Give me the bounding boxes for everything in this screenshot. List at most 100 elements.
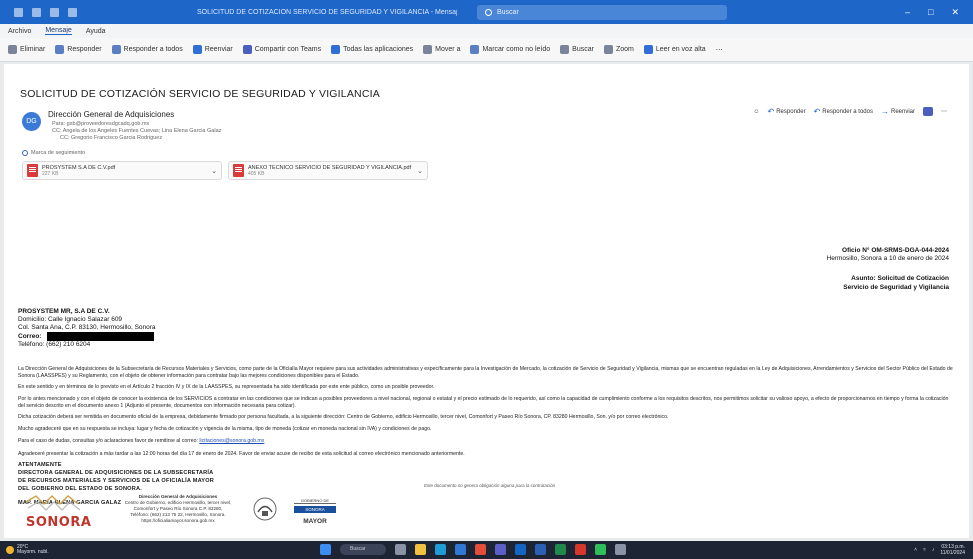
forward-icon (192, 45, 202, 54)
mark-unread-button[interactable]: Marcar como no leído (470, 45, 550, 54)
speaker-icon (643, 45, 653, 54)
apps-icon (331, 45, 341, 54)
company-phone: Teléfono: (662) 210 6204 (18, 341, 91, 348)
zoom-label: Zoom (615, 46, 634, 53)
read-aloud-label: Leer en voz alta (655, 46, 706, 53)
zoom-icon (603, 45, 613, 54)
reply-button[interactable]: Responder (55, 45, 102, 54)
start-icon[interactable] (320, 544, 331, 555)
window-controls: – □ ✕ (905, 7, 959, 18)
more-options-button[interactable]: ⋯ (716, 46, 723, 54)
whatsapp-icon[interactable] (595, 544, 606, 555)
minimize-icon[interactable]: – (905, 7, 910, 18)
windows-taskbar: 20°C Mayorm. nubl. Buscar ˄ ≈ ♪ 03:13 p.… (0, 541, 973, 559)
acrobat-icon[interactable] (575, 544, 586, 555)
sonora-logo-text: SONORA (26, 515, 92, 530)
reply-all-label: Responder a todos (123, 46, 183, 53)
mayor-word: MAYOR (303, 518, 327, 525)
taskbar-search[interactable]: Buscar (340, 544, 386, 555)
body-paragraph-2: En este sentido y en términos de lo prev… (18, 384, 435, 390)
sign-atentamente: ATENTAMENTE (18, 462, 62, 468)
clock-date: 11/01/2024 (940, 550, 965, 556)
folder-icon (423, 45, 433, 54)
sign-title-1: DIRECTORA GENERAL DE ADQUISICIONES DE LA… (18, 470, 214, 476)
tab-archivo[interactable]: Archivo (8, 28, 31, 35)
store-icon[interactable] (455, 544, 466, 555)
mayor-top-text: GOBIERNO DE (294, 498, 336, 504)
contact-text: Para el caso de dudas, consultas y/o acl… (18, 438, 198, 444)
zoom-button[interactable]: Zoom (603, 45, 634, 54)
all-apps-button[interactable]: Todas las aplicaciones (331, 45, 413, 54)
ribbon-toolbar: Eliminar Responder Responder a todos Ree… (0, 38, 973, 62)
company-address: Domicilio: Calle Ignacio Salazar 609 (18, 316, 123, 323)
maximize-icon[interactable]: □ (928, 7, 933, 18)
close-icon[interactable]: ✕ (951, 7, 959, 18)
reply-all-icon (111, 45, 121, 54)
forward-button[interactable]: Reenviar (192, 45, 233, 54)
clock[interactable]: 03:13 p.m. 11/01/2024 (940, 544, 965, 556)
body-paragraph-3: Por lo antes mencionado y con el objeto … (18, 396, 949, 409)
oficialia-mayor-logo: GOBIERNO DE SONORA MAYOR (294, 498, 336, 525)
outlook-taskbar-icon[interactable] (515, 544, 526, 555)
excel-icon[interactable] (555, 544, 566, 555)
word-icon[interactable] (535, 544, 546, 555)
reading-pane: SOLICITUD DE COTIZACIÓN SERVICIO DE SEGU… (4, 64, 969, 538)
outlook-app-icon (14, 7, 23, 17)
quick-access-toolbar (14, 7, 77, 17)
sign-title-2: DE RECURSOS MATERIALES Y SERVICIOS DE LA… (18, 478, 215, 484)
forward-label: Reenviar (204, 46, 233, 53)
body-paragraph-6: Para el caso de dudas, consultas y/o acl… (18, 438, 953, 445)
asunto-label: Asunto: Solicitud de Cotización (851, 275, 949, 282)
weather-desc: Mayorm. nubl. (17, 549, 49, 555)
ellipsis-icon: ⋯ (715, 46, 723, 54)
teams-taskbar-icon[interactable] (495, 544, 506, 555)
disclaimer-text: Este documento no genera obligación algu… (424, 483, 556, 488)
save-icon[interactable] (32, 7, 41, 17)
mayor-badge: SONORA (294, 506, 336, 513)
all-apps-label: Todas las aplicaciones (343, 46, 414, 53)
sun-icon (6, 546, 14, 554)
teams-icon (242, 45, 252, 54)
contact-email-link[interactable]: licitaciones@sonora.gob.mx (199, 438, 264, 444)
share-teams-button[interactable]: Compartir con Teams (242, 45, 321, 54)
redo-icon[interactable] (68, 7, 77, 17)
oficio-number: Oficio N° OM-SRMS-DGA-044-2024 (842, 247, 949, 254)
find-label: Buscar (572, 46, 594, 53)
reply-label: Responder (67, 46, 102, 53)
reply-icon (55, 45, 65, 54)
move-to-button[interactable]: Mover a (423, 45, 460, 54)
chevron-up-icon[interactable]: ˄ (914, 547, 917, 553)
volume-icon[interactable]: ♪ (932, 547, 935, 553)
search-box[interactable]: Buscar (477, 4, 727, 20)
body-paragraph-5: Mucho agradeceré que en su respuesta se … (18, 426, 432, 432)
settings-icon[interactable] (615, 544, 626, 555)
mark-unread-label: Marcar como no leído (482, 46, 551, 53)
task-view-icon[interactable] (395, 544, 406, 555)
body-paragraph-4: Dicha cotización deberá ser remitida en … (18, 414, 669, 420)
read-aloud-button[interactable]: Leer en voz alta (643, 45, 706, 54)
footer-line-5: https://oficialiamayor.sonora.gob.mx (141, 518, 215, 523)
find-button[interactable]: Buscar (560, 45, 594, 54)
delete-label: Eliminar (20, 46, 46, 53)
taskbar-apps: Buscar (320, 544, 626, 555)
undo-icon[interactable] (50, 7, 59, 17)
search-placeholder: Buscar (497, 8, 519, 16)
company-colonia: Col. Santa Ana, C.P. 83130, Hermosillo, … (18, 324, 156, 331)
weather-widget[interactable]: 20°C Mayorm. nubl. (6, 545, 49, 555)
edge-icon[interactable] (435, 544, 446, 555)
explorer-icon[interactable] (415, 544, 426, 555)
redacted-email (47, 332, 155, 341)
tab-ayuda[interactable]: Ayuda (86, 28, 106, 35)
find-icon (560, 45, 570, 54)
delete-button[interactable]: Eliminar (8, 45, 45, 54)
envelope-icon (470, 45, 480, 54)
place-date: Hermosillo, Sonora a 10 de enero de 2024 (826, 255, 950, 262)
chrome-icon[interactable] (475, 544, 486, 555)
message-body: Oficio N° OM-SRMS-DGA-044-2024 Hermosill… (4, 64, 969, 538)
wifi-icon[interactable]: ≈ (923, 547, 926, 553)
reply-all-button[interactable]: Responder a todos (111, 45, 183, 54)
body-paragraph-7: Agradeceré presentar la cotización a más… (18, 451, 465, 457)
footer-address: Dirección General de Adquisiciones Centr… (108, 494, 248, 524)
search-icon (485, 8, 492, 16)
tab-mensaje[interactable]: Mensaje (45, 27, 72, 35)
